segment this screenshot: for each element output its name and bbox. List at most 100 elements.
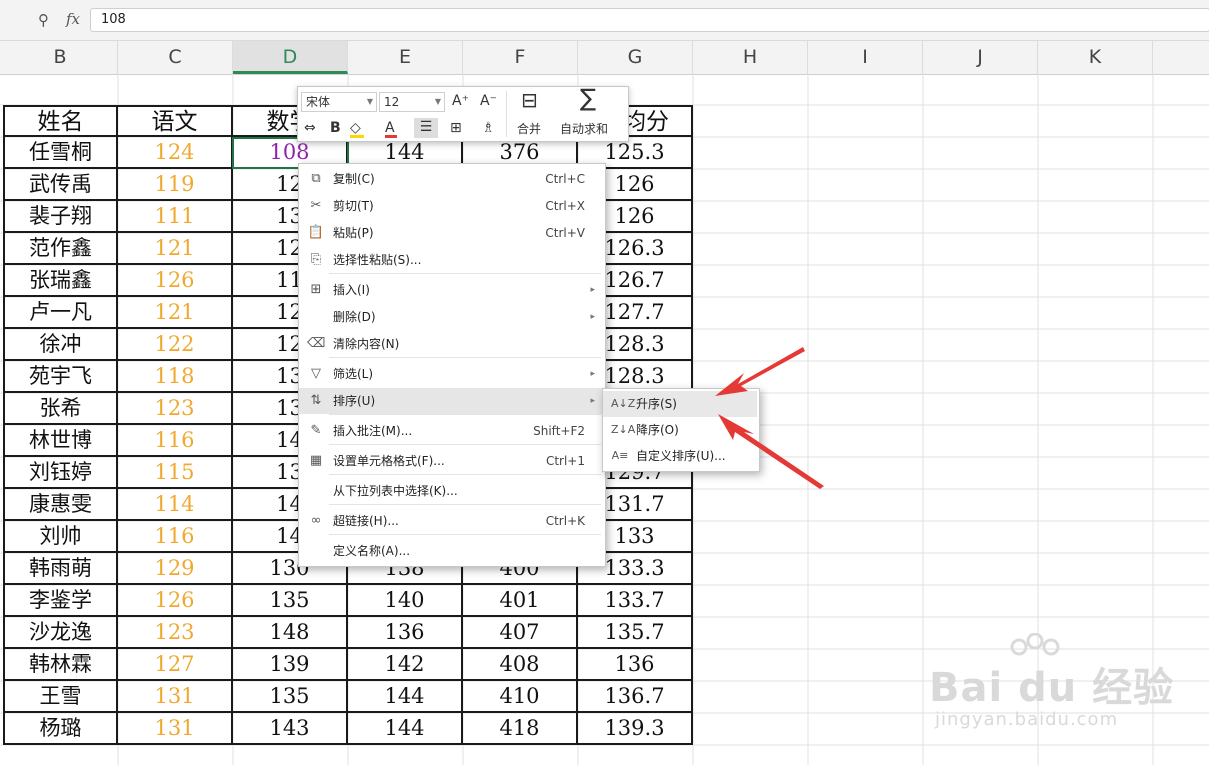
table-cell[interactable]: 徐冲 — [3, 329, 118, 361]
font-name-select[interactable]: 宋体 ▼ — [301, 92, 377, 112]
table-cell[interactable]: 王雪 — [3, 681, 118, 713]
formula-input[interactable]: 108 — [90, 8, 1209, 32]
table-cell[interactable]: 144 — [348, 713, 463, 745]
table-cell[interactable]: 111 — [118, 201, 233, 233]
table-cell[interactable]: 408 — [463, 649, 578, 681]
table-cell[interactable]: 康惠雯 — [3, 489, 118, 521]
fill-color-icon[interactable]: ◇ — [350, 119, 364, 138]
column-header-d[interactable]: D — [233, 41, 348, 74]
submenu-item-custom-sort[interactable]: A≡ 自定义排序(U)... — [603, 443, 757, 469]
table-cell[interactable]: 卢一凡 — [3, 297, 118, 329]
submenu-item-sort-descending[interactable]: Z↓A 降序(O) — [603, 417, 757, 443]
table-cell[interactable]: 范作鑫 — [3, 233, 118, 265]
table-cell[interactable]: 杨璐 — [3, 713, 118, 745]
column-header-k[interactable]: K — [1038, 41, 1153, 74]
table-cell[interactable]: 任雪桐 — [3, 137, 118, 169]
table-cell[interactable]: 135 — [233, 681, 348, 713]
menu-item-clear[interactable]: ⌫ 清除内容(N) — [299, 331, 603, 357]
table-cell[interactable]: 韩林霖 — [3, 649, 118, 681]
table-cell[interactable]: 126 — [118, 265, 233, 297]
menu-item-paste[interactable]: 📋 粘贴(P) Ctrl+V — [299, 220, 603, 246]
table-cell[interactable]: 李鉴学 — [3, 585, 118, 617]
menu-item-sort[interactable]: ⇅ 排序(U) ▸ — [299, 388, 603, 414]
table-cell[interactable]: 129 — [118, 553, 233, 585]
column-header-e[interactable]: E — [348, 41, 463, 74]
decrease-font-button[interactable]: A⁻ — [480, 92, 497, 110]
table-cell[interactable]: 116 — [118, 521, 233, 553]
menu-item-insert[interactable]: ⊞ 插入(I) ▸ — [299, 277, 603, 303]
table-cell[interactable]: 127 — [118, 649, 233, 681]
align-center-button[interactable]: ☰ — [414, 118, 438, 138]
column-header-g[interactable]: G — [578, 41, 693, 74]
table-cell[interactable]: 135 — [233, 585, 348, 617]
merge-button[interactable]: 合并 — [517, 120, 541, 138]
table-cell[interactable]: 131 — [118, 713, 233, 745]
table-cell[interactable]: 裴子翔 — [3, 201, 118, 233]
table-cell[interactable]: 123 — [118, 393, 233, 425]
table-cell[interactable]: 143 — [233, 713, 348, 745]
menu-item-item-11[interactable]: 从下拉列表中选择(K)... — [299, 478, 603, 504]
table-cell[interactable]: 140 — [348, 585, 463, 617]
table-cell[interactable]: 苑宇飞 — [3, 361, 118, 393]
column-header-h[interactable]: H — [693, 41, 808, 74]
table-cell[interactable]: 136.7 — [578, 681, 693, 713]
menu-item-format-cells[interactable]: ▦ 设置单元格格式(F)... Ctrl+1 — [299, 448, 603, 474]
table-cell[interactable]: 144 — [348, 681, 463, 713]
table-cell[interactable]: 沙龙逸 — [3, 617, 118, 649]
border-icon[interactable]: ⊞ — [450, 119, 462, 137]
table-cell[interactable]: 148 — [233, 617, 348, 649]
table-cell[interactable]: 136 — [578, 649, 693, 681]
menu-item-cut[interactable]: ✂ 剪切(T) Ctrl+X — [299, 193, 603, 219]
table-cell[interactable]: 121 — [118, 297, 233, 329]
font-color-button[interactable]: A — [385, 119, 397, 138]
column-header-f[interactable]: F — [463, 41, 578, 74]
table-cell[interactable]: 115 — [118, 457, 233, 489]
table-cell[interactable]: 124 — [118, 137, 233, 169]
menu-item-comment[interactable]: ✎ 插入批注(M)... Shift+F2 — [299, 418, 603, 444]
table-cell[interactable]: 135.7 — [578, 617, 693, 649]
autosum-button[interactable]: 自动求和 — [560, 120, 608, 138]
increase-font-button[interactable]: A⁺ — [452, 92, 469, 110]
bold-button[interactable]: B — [330, 119, 341, 137]
format-painter-icon[interactable]: ♗ — [482, 119, 495, 137]
table-cell[interactable]: 刘钰婷 — [3, 457, 118, 489]
table-cell[interactable]: 131 — [118, 681, 233, 713]
wrap-text-icon[interactable]: ⇔ — [304, 119, 316, 137]
header-cell[interactable]: 语文 — [118, 105, 233, 137]
menu-item-filter[interactable]: ▽ 筛选(L) ▸ — [299, 361, 603, 387]
table-cell[interactable]: 116 — [118, 425, 233, 457]
submenu-item-sort-ascending[interactable]: A↓Z 升序(S) — [603, 391, 757, 417]
table-cell[interactable]: 刘帅 — [3, 521, 118, 553]
menu-item-item-5[interactable]: 删除(D) ▸ — [299, 304, 603, 330]
table-cell[interactable]: 126 — [118, 585, 233, 617]
table-cell[interactable]: 张希 — [3, 393, 118, 425]
table-cell[interactable]: 122 — [118, 329, 233, 361]
menu-item-paste-special[interactable]: ⎘ 选择性粘贴(S)... — [299, 247, 603, 273]
table-cell[interactable]: 121 — [118, 233, 233, 265]
table-cell[interactable]: 401 — [463, 585, 578, 617]
table-cell[interactable]: 114 — [118, 489, 233, 521]
font-size-select[interactable]: 12 ▼ — [379, 92, 445, 112]
column-header-j[interactable]: J — [923, 41, 1038, 74]
menu-item-hyperlink[interactable]: ∞ 超链接(H)... Ctrl+K — [299, 508, 603, 534]
menu-item-copy[interactable]: ⧉ 复制(C) Ctrl+C — [299, 166, 603, 192]
column-header-c[interactable]: C — [118, 41, 233, 74]
fx-icon[interactable]: fx — [66, 10, 80, 28]
header-cell[interactable]: 姓名 — [3, 105, 118, 137]
table-cell[interactable]: 133.7 — [578, 585, 693, 617]
table-cell[interactable]: 韩雨萌 — [3, 553, 118, 585]
table-cell[interactable]: 123 — [118, 617, 233, 649]
merge-icon[interactable]: ⊟ — [521, 90, 538, 110]
autosum-icon[interactable]: ∑ — [580, 86, 596, 110]
table-cell[interactable]: 119 — [118, 169, 233, 201]
table-cell[interactable]: 407 — [463, 617, 578, 649]
table-cell[interactable]: 410 — [463, 681, 578, 713]
table-cell[interactable]: 139 — [233, 649, 348, 681]
column-header-i[interactable]: I — [808, 41, 923, 74]
table-cell[interactable]: 武传禹 — [3, 169, 118, 201]
zoom-icon[interactable]: ⚲ — [38, 11, 49, 29]
table-cell[interactable]: 张瑞鑫 — [3, 265, 118, 297]
menu-item-item-13[interactable]: 定义名称(A)... — [299, 538, 603, 564]
table-cell[interactable]: 139.3 — [578, 713, 693, 745]
table-cell[interactable]: 418 — [463, 713, 578, 745]
